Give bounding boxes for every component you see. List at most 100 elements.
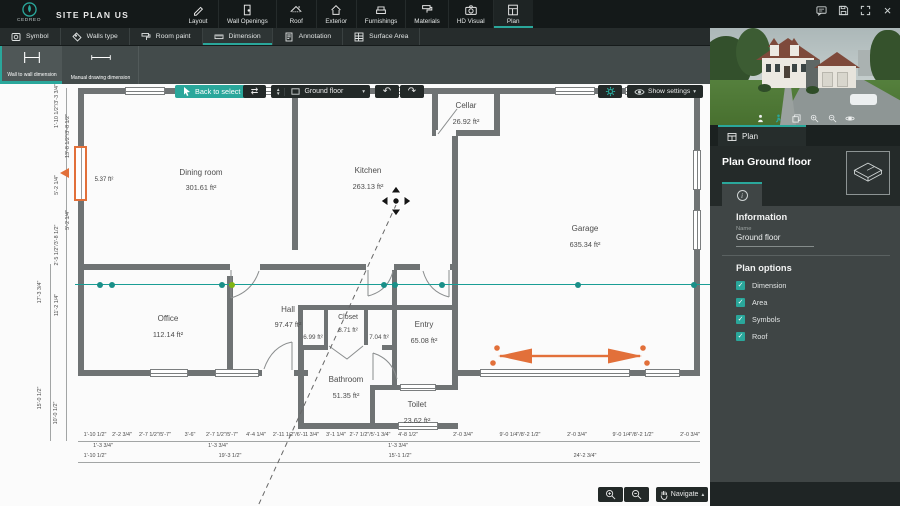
- window-symbol[interactable]: [400, 384, 436, 391]
- tab-materials[interactable]: Materials: [405, 0, 448, 28]
- floor-thumbnail[interactable]: [846, 151, 890, 195]
- zoom-out-button[interactable]: [624, 487, 649, 502]
- orbit-icon[interactable]: [845, 113, 856, 124]
- garage-door-symbol[interactable]: [480, 369, 630, 377]
- roof-icon: [290, 5, 302, 12]
- wall[interactable]: [292, 88, 298, 250]
- wall[interactable]: [78, 264, 458, 270]
- chevron-down-icon: ▾: [693, 88, 697, 95]
- tab-plan[interactable]: Plan: [492, 0, 533, 28]
- selected-window[interactable]: [74, 146, 87, 201]
- show-settings-button[interactable]: Show settings ▾: [627, 85, 703, 98]
- dimension-label: 2'-5 1/2"/3'-8 1/2": [54, 224, 60, 266]
- zoom-in-icon[interactable]: [809, 113, 820, 124]
- option-symbols[interactable]: ✓ Symbols: [736, 315, 780, 324]
- plan-settings-button[interactable]: [598, 85, 622, 98]
- wall[interactable]: [392, 270, 397, 390]
- dimension-label: 19'-3 1/2": [218, 453, 242, 459]
- option-roof[interactable]: ✓ Roof: [736, 332, 767, 341]
- wall[interactable]: [78, 88, 84, 376]
- dimension-label: 2'-7 1/2"/5'-1 3/4": [349, 432, 391, 438]
- tab-hd-visual[interactable]: HD Visual: [447, 0, 493, 28]
- door-opening: [420, 264, 450, 270]
- back-to-select-button[interactable]: Back to select: [175, 85, 249, 98]
- tab-furnishings[interactable]: Furnishings: [355, 0, 406, 28]
- wall[interactable]: [364, 305, 368, 350]
- window-symbol[interactable]: [150, 369, 188, 377]
- checkbox-checked[interactable]: ✓: [736, 332, 745, 341]
- checkbox-checked[interactable]: ✓: [736, 281, 745, 290]
- checkbox-checked[interactable]: ✓: [736, 315, 745, 324]
- gear-icon: [605, 86, 615, 97]
- wall[interactable]: [432, 88, 438, 136]
- tab-roof[interactable]: Roof: [275, 0, 316, 28]
- window-symbol[interactable]: [693, 210, 701, 250]
- close-icon[interactable]: ×: [881, 4, 894, 17]
- wall-to-wall-dimension-tool[interactable]: Wall to wall dimension: [2, 46, 62, 84]
- wall[interactable]: [227, 276, 233, 370]
- floor-plan-canvas[interactable]: 5.37 ft² Dining room 301.61 ft² Kitchen …: [0, 84, 710, 506]
- isometric-floor-icon: [853, 162, 883, 182]
- dimension-label: 1'-3 3/4": [388, 443, 408, 449]
- window-symbol[interactable]: [693, 150, 701, 190]
- walk-view-icon[interactable]: [773, 113, 784, 124]
- plan-icon: [508, 4, 519, 15]
- dimension-label: 1'-10 1/2": [83, 432, 107, 438]
- checkbox-checked[interactable]: ✓: [736, 298, 745, 307]
- sidebar-tab-plan[interactable]: Plan: [718, 125, 806, 146]
- window-symbol[interactable]: [645, 369, 680, 377]
- note-icon: [285, 32, 293, 41]
- wall[interactable]: [298, 305, 458, 310]
- tool-tab-annotation[interactable]: Annotation: [273, 28, 344, 45]
- wall[interactable]: [298, 345, 328, 350]
- wall[interactable]: [452, 136, 458, 270]
- information-tab[interactable]: i: [722, 182, 762, 206]
- window-symbol[interactable]: [125, 87, 165, 95]
- wall[interactable]: [382, 345, 397, 350]
- grid-icon: [354, 32, 364, 41]
- tool-tab-surface-area[interactable]: Surface Area: [343, 28, 421, 45]
- zoom-out-icon[interactable]: [827, 113, 838, 124]
- dimension-label: 4'-8 1/2": [398, 432, 418, 438]
- name-field-value[interactable]: Ground floor: [736, 233, 780, 242]
- 3d-preview[interactable]: [710, 22, 900, 125]
- swap-view-button[interactable]: ⇄: [243, 85, 266, 98]
- tool-tab-walls-type[interactable]: Walls type: [61, 28, 130, 45]
- wall[interactable]: [324, 305, 328, 350]
- room-label: Office: [157, 314, 179, 323]
- dimension-label: 2'-11 1/2"/6'-11 3/4": [272, 432, 320, 438]
- window-symbol[interactable]: [555, 87, 595, 95]
- zoom-in-button[interactable]: [598, 487, 623, 502]
- right-sidebar: Plan Plan Ground floor i Information Nam…: [710, 0, 900, 506]
- wall[interactable]: [370, 385, 375, 429]
- wall[interactable]: [298, 345, 304, 429]
- snap-point: [381, 282, 387, 288]
- person-view-icon[interactable]: [755, 113, 766, 124]
- option-area[interactable]: ✓ Area: [736, 298, 767, 307]
- floor-selector[interactable]: ▲ ▼ Ground floor ▾: [271, 85, 370, 98]
- tool-tab-dimension[interactable]: Dimension: [202, 28, 273, 45]
- tab-layout[interactable]: Layout: [178, 0, 218, 28]
- undo-button[interactable]: ↶: [375, 85, 399, 98]
- option-dimension[interactable]: ✓ Dimension: [736, 281, 786, 290]
- cursor-icon: [184, 87, 190, 96]
- window-symbol[interactable]: [215, 369, 259, 377]
- navigate-dropdown[interactable]: Navigate ▴: [656, 487, 708, 502]
- tab-exterior[interactable]: Exterior: [315, 0, 356, 28]
- snap-point: [691, 282, 697, 288]
- tool-tab-symbol[interactable]: Symbol: [0, 28, 61, 45]
- tab-wall-openings[interactable]: Wall Openings: [218, 0, 276, 28]
- redo-button[interactable]: ↷: [400, 85, 424, 98]
- wall[interactable]: [452, 270, 458, 390]
- room-label: Entry: [414, 320, 434, 329]
- tool-tab-room-paint[interactable]: Room paint: [130, 28, 203, 45]
- manual-drawing-dimension-tool[interactable]: Manual drawing dimension: [63, 46, 139, 84]
- dimension-label: 4'-4 1/4": [246, 432, 266, 438]
- floors-icon[interactable]: [791, 113, 802, 124]
- save-icon[interactable]: [837, 4, 850, 17]
- comment-icon[interactable]: [815, 4, 828, 17]
- fullscreen-icon[interactable]: [859, 4, 872, 17]
- floor-up-down-stepper[interactable]: ▲ ▼: [276, 87, 286, 96]
- room-label: Toilet: [407, 400, 427, 409]
- wall[interactable]: [494, 88, 500, 136]
